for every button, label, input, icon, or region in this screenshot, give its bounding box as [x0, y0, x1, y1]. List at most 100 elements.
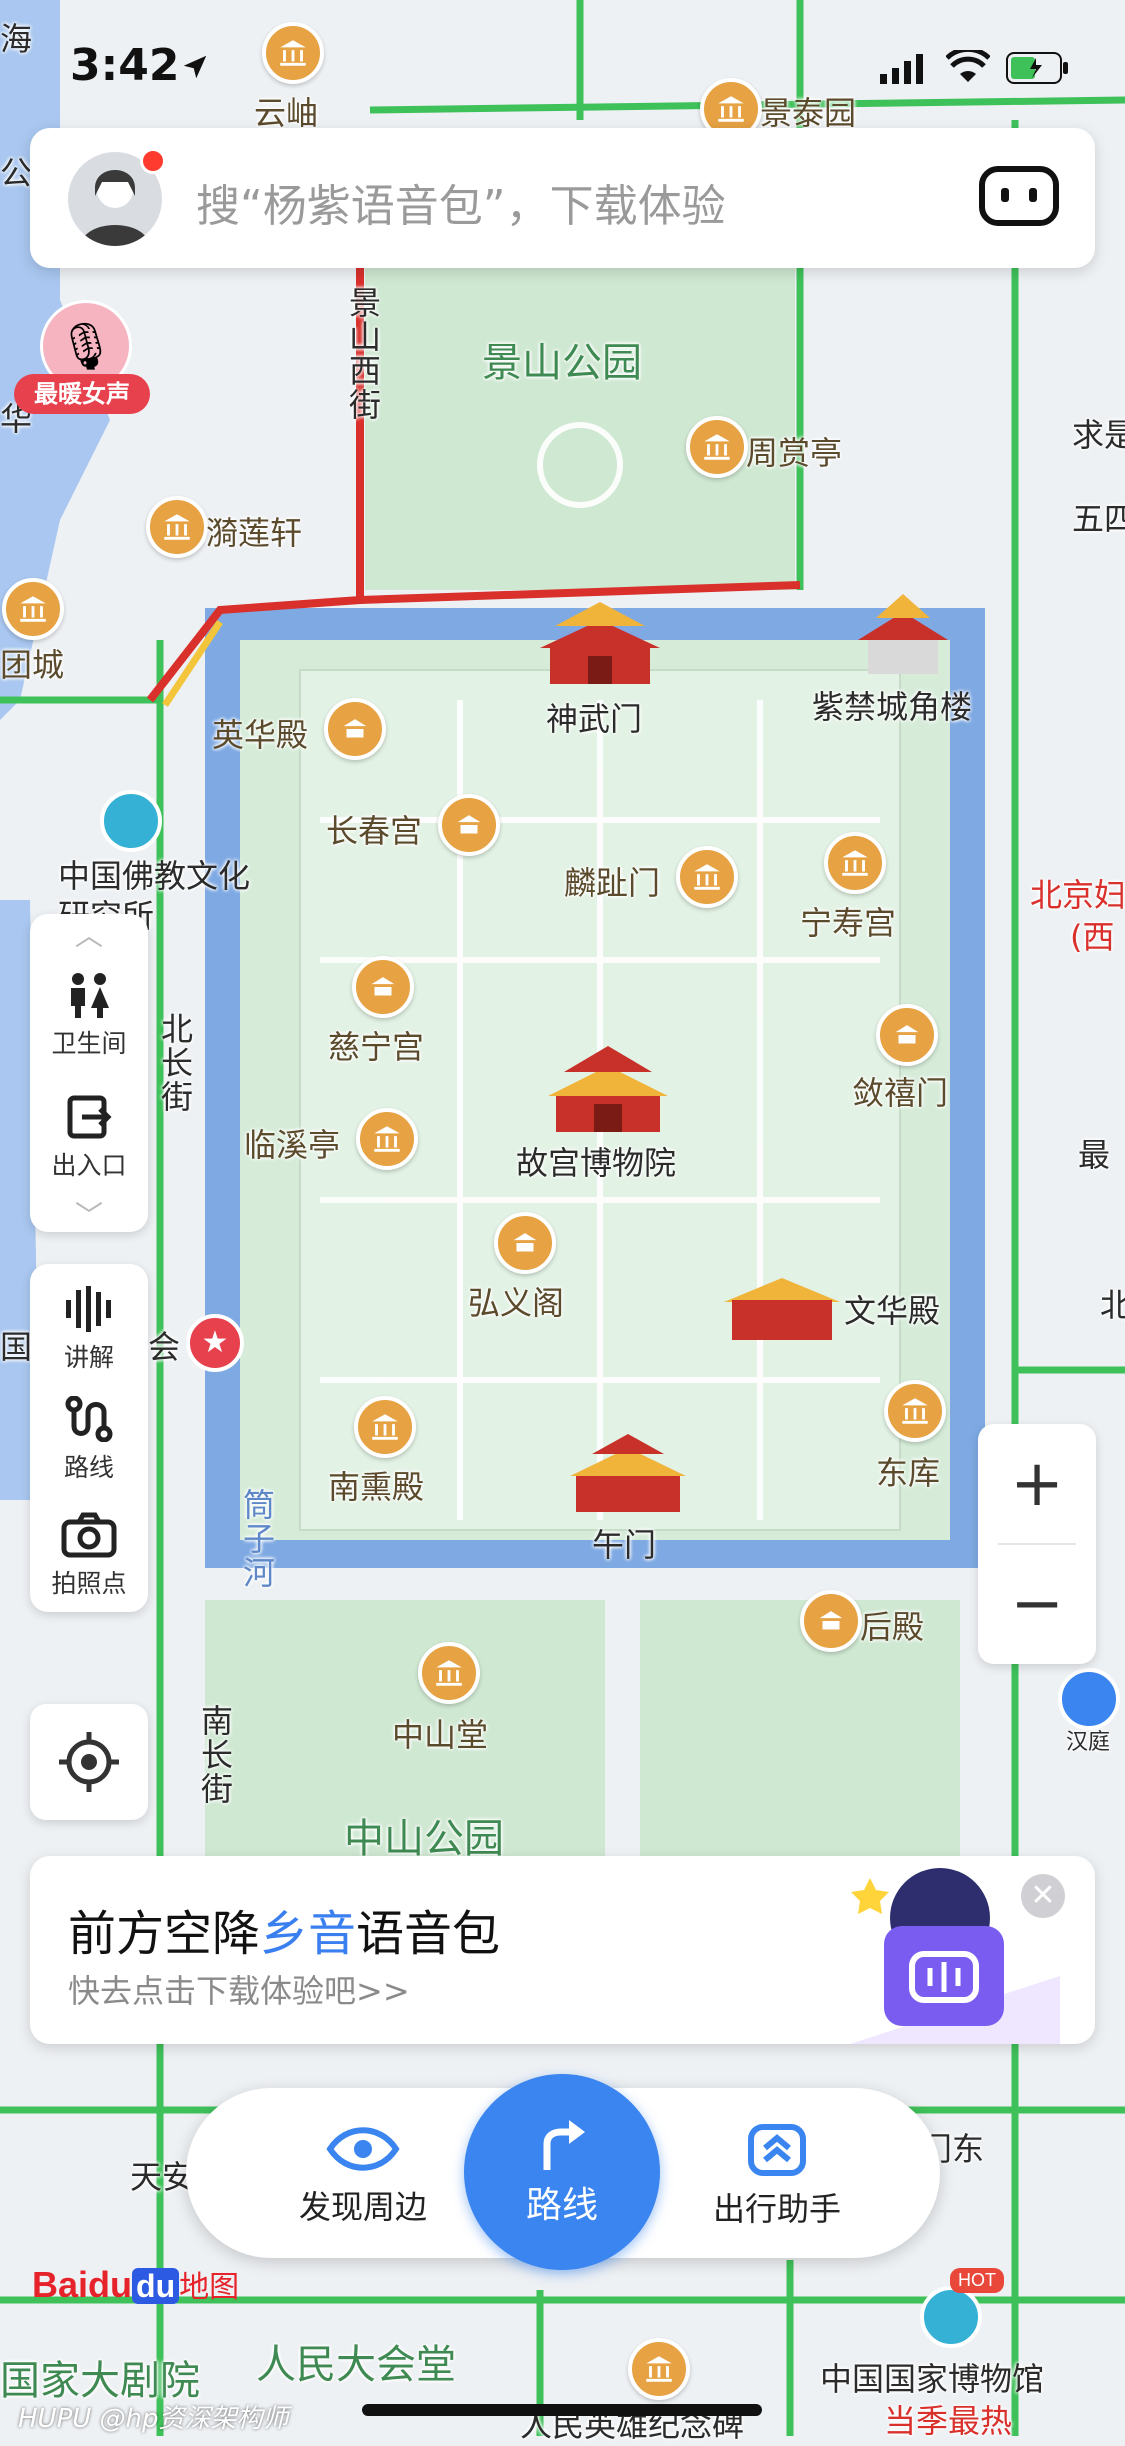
poi-hot-tag: HOT	[950, 2268, 1004, 2293]
location-arrow-icon	[183, 55, 207, 79]
map-label-gong: 公	[0, 154, 33, 192]
poi-pin-dongku[interactable]	[884, 1380, 946, 1442]
map-label-zhongshantang: 中山堂	[392, 1716, 489, 1754]
facility-panel: ︿ 卫生间 出入口 ﹀	[30, 914, 148, 1232]
assistant-chevrons-icon	[748, 2124, 806, 2176]
badge-label: 最暖女声	[14, 374, 150, 414]
map-label-bei: 北	[1100, 1286, 1125, 1324]
camera-icon	[61, 1512, 117, 1558]
map-label-tongzihe: 筒子河	[238, 1488, 276, 1590]
map-label-wumen: 午门	[592, 1526, 657, 1564]
toilet-button[interactable]: 卫生间	[30, 972, 148, 1060]
map-label-qiu: 求是	[1072, 416, 1125, 454]
poi-pin-hongyi[interactable]	[494, 1212, 556, 1274]
poi-pin-buddhist[interactable]	[100, 790, 162, 852]
map-label-palace-museum: 故宫博物院	[516, 1144, 677, 1182]
travel-assistant-button[interactable]: 出行助手	[692, 2124, 862, 2230]
map-label-yilian: 漪莲轩	[206, 514, 303, 552]
map-label-beijing-hosp: 北京妇	[1030, 876, 1125, 914]
map-label-tian: 天安	[130, 2158, 195, 2196]
poi-pin-nanxun[interactable]	[354, 1396, 416, 1458]
poi-pin-zhoushang[interactable]	[686, 416, 748, 478]
favorite-star-icon[interactable]: ★	[186, 1314, 244, 1372]
map-label-wusi: 五四	[1072, 500, 1125, 538]
palace-icon-wumen[interactable]	[570, 1432, 686, 1512]
palace-icon-wenhua[interactable]	[724, 1278, 840, 1340]
poi-pin-linxi[interactable]	[356, 1108, 418, 1170]
map-label-chixiang: 敛禧门	[852, 1074, 949, 1112]
turn-arrow-icon	[543, 2120, 585, 2170]
logo-du: du	[132, 2268, 180, 2304]
search-bar[interactable]: 搜“杨紫语音包”，下载体验	[30, 128, 1095, 268]
poi-pin-changchun[interactable]	[438, 794, 500, 856]
panel-up-chevron-icon[interactable]: ︿	[30, 914, 148, 954]
promo-title: 前方空降乡音语音包	[68, 1906, 501, 1962]
voice-pack-badge[interactable]: 🎙 最暖女声	[14, 300, 150, 434]
search-placeholder[interactable]: 搜“杨紫语音包”，下载体验	[196, 170, 726, 234]
map-label-tuancheng: 团城	[0, 646, 65, 684]
poi-pin-cining[interactable]	[352, 956, 414, 1018]
map-label-hanting: 汉庭	[1066, 1730, 1111, 1755]
map-label-ningshou: 宁寿宫	[800, 904, 897, 942]
poi-pin-monument[interactable]	[628, 2338, 690, 2400]
map-label-shenwumen: 神武门	[546, 700, 643, 738]
poi-pin-linzhi[interactable]	[676, 846, 738, 908]
poi-pin-chixiang[interactable]	[876, 1004, 938, 1066]
poi-pin-yunhui[interactable]	[262, 22, 324, 84]
photo-spot-button[interactable]: 拍照点	[30, 1512, 148, 1600]
map-label-season-hot: 当季最热	[884, 2402, 1013, 2440]
discover-nearby-button[interactable]: 发现周边	[278, 2124, 448, 2228]
toilet-icon	[71, 973, 109, 1018]
map-label-hui: 会	[148, 1328, 181, 1366]
map-label-houdian: 后殿	[860, 1608, 925, 1646]
map-label-cining: 慈宁宫	[328, 1028, 425, 1066]
palace-icon-jiaolou[interactable]	[848, 590, 958, 674]
promo-close-button[interactable]: ✕	[1021, 1874, 1065, 1918]
map-label-great-hall: 人民大会堂	[256, 2342, 456, 2388]
map-label-linxi: 临溪亭	[244, 1126, 341, 1164]
map-label-zui: 最	[1078, 1136, 1111, 1174]
map-label-zhoushang: 周赏亭	[746, 434, 843, 472]
route-main-button[interactable]: 路线	[464, 2074, 660, 2270]
route-tool-label: 路线	[63, 1453, 114, 1482]
poi-pin-national-museum[interactable]	[920, 2286, 982, 2348]
home-indicator[interactable]	[362, 2404, 762, 2416]
crosshair-icon	[59, 1732, 119, 1792]
voice-assistant-icon[interactable]	[979, 166, 1059, 226]
eye-icon	[326, 2127, 400, 2171]
poi-pin-houdian[interactable]	[800, 1590, 862, 1652]
audio-wave-icon	[66, 1286, 111, 1332]
wifi-icon	[946, 50, 990, 82]
bottom-nav: 发现周边 路线 出行助手	[186, 2074, 940, 2270]
map-label-changchun: 长春宫	[326, 812, 423, 850]
route-tool-button[interactable]: 路线	[30, 1396, 148, 1484]
poi-pin-yinghua[interactable]	[324, 698, 386, 760]
voice-pack-promo-card[interactable]: 前方空降乡音语音包 快去点击下载体验吧>> ✕	[30, 1856, 1095, 2044]
entrance-button[interactable]: 出入口	[30, 1094, 148, 1182]
panel-down-chevron-icon[interactable]: ﹀	[30, 1194, 148, 1234]
map-label-jingshan-west-st: 景山西街	[344, 286, 382, 422]
promo-subtitle[interactable]: 快去点击下载体验吧>>	[68, 1966, 410, 2012]
discover-label: 发现周边	[298, 2188, 427, 2226]
poi-pin-tuancheng[interactable]	[2, 578, 64, 640]
watermark: HUPU @hp资深架构师	[18, 2404, 289, 2434]
poi-pin-ningshou[interactable]	[824, 832, 886, 894]
map-label-hai: 海	[0, 20, 33, 58]
poi-pin-yilian[interactable]	[146, 496, 208, 558]
explain-button[interactable]: 讲解	[30, 1286, 148, 1374]
map-label-national-museum: 中国国家博物馆	[820, 2360, 1045, 2398]
signal-icon	[880, 54, 923, 84]
map-label-hongyi: 弘义阁	[468, 1284, 565, 1322]
palace-icon-shenwumen[interactable]	[540, 596, 660, 686]
notification-dot	[140, 148, 166, 174]
poi-pin-hanting[interactable]	[1058, 1668, 1120, 1730]
map-label-wenhua: 文华殿	[844, 1292, 941, 1330]
locate-me-button[interactable]	[30, 1704, 148, 1820]
poi-pin-zhongshantang[interactable]	[418, 1642, 480, 1704]
battery-icon	[1006, 52, 1068, 84]
guide-panel: 讲解 路线 拍照点	[30, 1264, 148, 1612]
palace-icon-museum[interactable]	[548, 1040, 668, 1132]
zoom-in-button[interactable]: +	[978, 1424, 1096, 1544]
zoom-out-button[interactable]: −	[978, 1544, 1096, 1664]
map-label-yinghua: 英华殿	[212, 716, 309, 754]
